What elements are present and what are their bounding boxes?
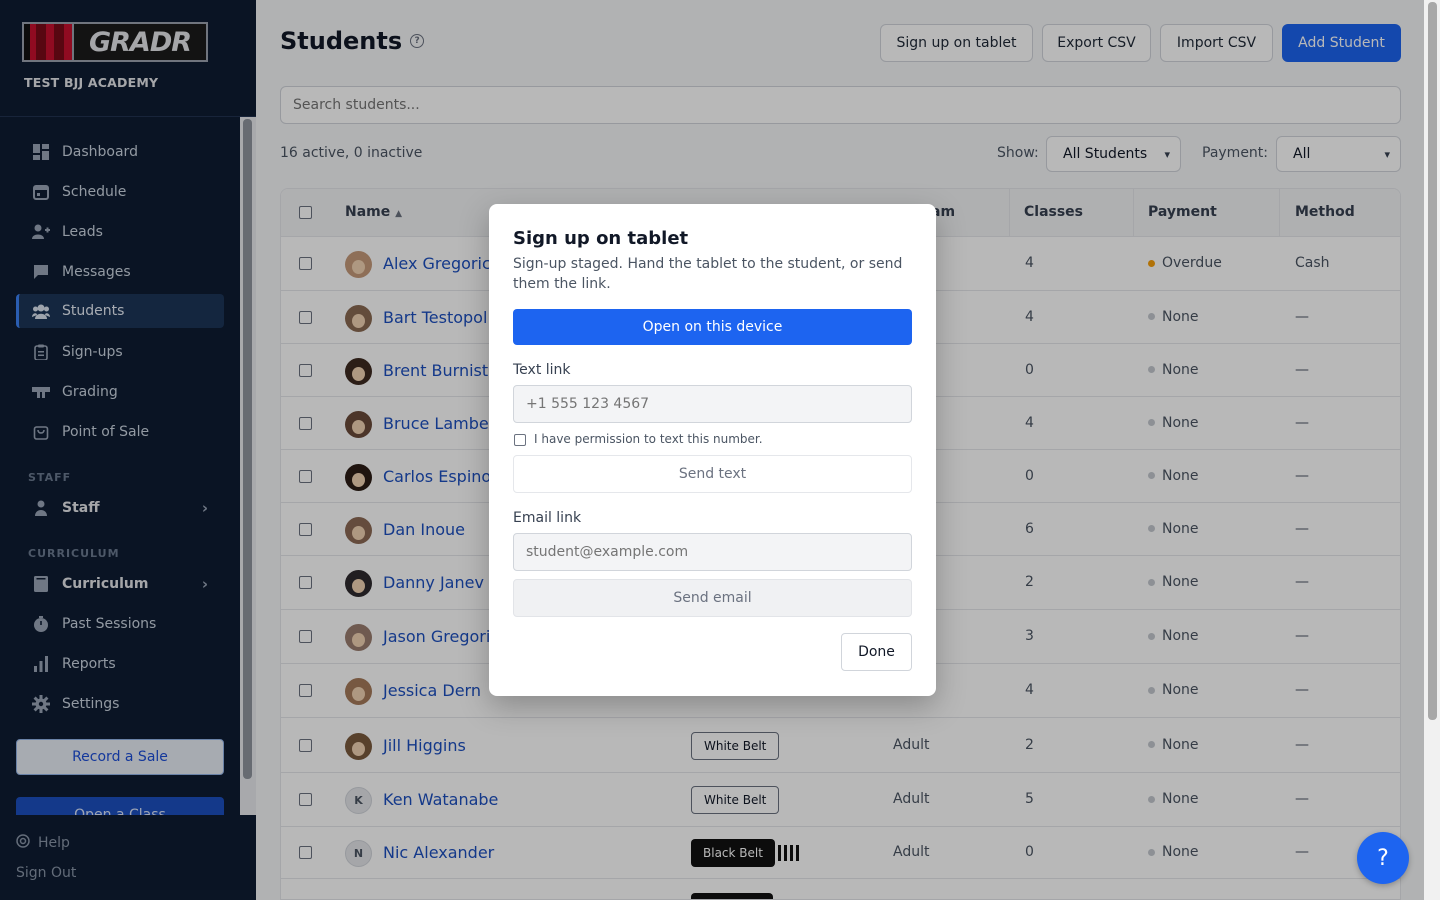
permission-label: I have permission to text this number. <box>534 432 763 446</box>
send-text-button[interactable]: Send text <box>513 455 912 493</box>
permission-checkbox[interactable] <box>514 434 526 446</box>
page-scrollbar[interactable] <box>1424 0 1440 900</box>
dialog-subtitle: Sign-up staged. Hand the tablet to the s… <box>513 256 903 292</box>
sign-up-tablet-dialog: Sign up on tablet Sign-up staged. Hand t… <box>489 204 936 696</box>
phone-input[interactable] <box>513 385 912 423</box>
done-button[interactable]: Done <box>841 633 912 671</box>
email-input[interactable] <box>513 533 912 571</box>
open-on-device-button[interactable]: Open on this device <box>513 309 912 345</box>
dialog-title: Sign up on tablet <box>513 228 689 249</box>
help-fab-button[interactable]: ? <box>1357 832 1409 884</box>
text-link-label: Text link <box>513 362 571 378</box>
send-email-button[interactable]: Send email <box>513 579 912 617</box>
email-link-label: Email link <box>513 510 582 526</box>
